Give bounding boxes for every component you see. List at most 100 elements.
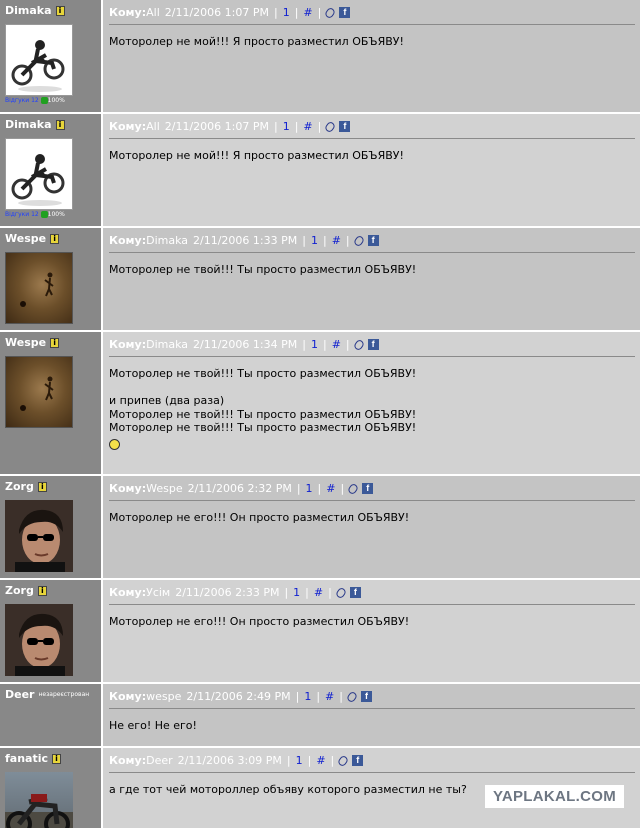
author-name-link[interactable]: Wespe	[5, 232, 46, 245]
post-header: Кому: All 2/11/2006 1:07 PM | 1 | # | f	[109, 120, 635, 139]
post-body: Кому: All 2/11/2006 1:07 PM | 1 | # | f Моторолер…	[103, 0, 640, 112]
post-number-link[interactable]: 1	[311, 234, 318, 247]
forum-thread: Dimaka i Відгуки 12 100% Кому: All 2/11/2006 …	[0, 0, 640, 828]
author-name-link[interactable]: Deer	[5, 688, 34, 701]
facebook-icon[interactable]: f	[367, 235, 379, 246]
facebook-icon[interactable]: f	[367, 339, 379, 350]
permalink-link[interactable]: #	[332, 338, 341, 351]
recipient-label: Кому:	[109, 338, 147, 351]
info-icon[interactable]: i	[37, 585, 47, 596]
recipient-name[interactable]: All	[146, 6, 160, 19]
post-number-link[interactable]: 1	[283, 120, 290, 133]
avatar[interactable]	[5, 604, 73, 676]
permalink-link[interactable]: #	[326, 482, 335, 495]
message-line: Моторолер не его!!! Он просто разместил …	[109, 615, 410, 628]
forum-post: Dimaka i Відгуки 12 100% Кому: All 2/11/2006 …	[0, 0, 640, 114]
author-panel: Deer незареєстрован	[0, 684, 103, 746]
post-number-link[interactable]: 1	[296, 754, 303, 767]
facebook-icon[interactable]: f	[339, 121, 351, 132]
permalink-link[interactable]: #	[303, 120, 312, 133]
facebook-icon[interactable]: f	[339, 7, 351, 18]
author-name-link[interactable]: Zorg	[5, 480, 34, 493]
post-number-link[interactable]: 1	[283, 6, 290, 19]
info-icon[interactable]: i	[55, 119, 65, 130]
message-line: Моторолер не мой!!! Я просто разместил О…	[109, 149, 404, 162]
post-number-link[interactable]: 1	[311, 338, 318, 351]
post-header: Кому: Dimaka 2/11/2006 1:34 PM | 1 | # | f	[109, 338, 635, 357]
avatar[interactable]	[5, 772, 73, 828]
post-header: Кому: Deer 2/11/2006 3:09 PM | 1 | # | f	[109, 754, 635, 773]
recipient-name[interactable]: Deer	[146, 754, 173, 767]
reviews-link[interactable]: Відгуки	[5, 97, 29, 104]
permalink-link[interactable]: #	[303, 6, 312, 19]
message-line: Не его! Не его!	[109, 719, 197, 732]
permalink-link[interactable]: #	[325, 690, 334, 703]
author-name-link[interactable]: Dimaka	[5, 118, 52, 131]
recipient-name[interactable]: Dimaka	[146, 338, 188, 351]
author-name-link[interactable]: Zorg	[5, 584, 34, 597]
author-name-link[interactable]: Dimaka	[5, 4, 52, 17]
separator: |	[295, 690, 300, 703]
reviews-count: 12	[31, 97, 39, 104]
post-message: Моторолер не твой!!! Ты просто разместил…	[109, 253, 635, 277]
paperclip-icon[interactable]	[324, 120, 337, 133]
post-body: Кому: Dimaka 2/11/2006 1:33 PM | 1 | # | f Моторо…	[103, 228, 640, 330]
info-icon[interactable]: i	[55, 5, 65, 16]
reviews-count: 12	[31, 211, 39, 218]
paperclip-icon[interactable]	[345, 690, 359, 703]
recipient-label: Кому:	[109, 690, 147, 703]
author-name-link[interactable]: fanatic	[5, 752, 48, 765]
paperclip-icon[interactable]	[324, 6, 337, 19]
avatar[interactable]	[5, 24, 73, 96]
paperclip-icon[interactable]	[352, 338, 365, 351]
avatar[interactable]	[5, 138, 73, 210]
author-name-row: Wespe i	[5, 336, 97, 349]
permalink-link[interactable]: #	[316, 754, 325, 767]
post-header: Кому: Усім 2/11/2006 2:33 PM | 1 | # | f	[109, 586, 635, 605]
post-message: Моторолер не мой!!! Я просто разместил О…	[109, 139, 635, 163]
recipient-name[interactable]: All	[146, 120, 160, 133]
post-number-link[interactable]: 1	[293, 586, 300, 599]
avatar[interactable]	[5, 356, 73, 428]
info-icon[interactable]: i	[50, 233, 60, 244]
recipient-label: Кому:	[109, 754, 147, 767]
recipient-name[interactable]: wespe	[146, 690, 181, 703]
permalink-link[interactable]: #	[314, 586, 323, 599]
info-icon[interactable]: i	[50, 337, 60, 348]
paperclip-icon[interactable]	[352, 234, 365, 247]
avatar[interactable]	[5, 252, 73, 324]
avatar[interactable]	[5, 500, 73, 572]
facebook-icon[interactable]: f	[360, 691, 372, 702]
rating-line: Відгуки 12 100%	[5, 211, 97, 218]
author-name-link[interactable]: Wespe	[5, 336, 46, 349]
paperclip-icon[interactable]	[337, 754, 350, 767]
reviews-link[interactable]: Відгуки	[5, 211, 29, 218]
author-name-row: Wespe i	[5, 232, 97, 245]
post-date: 2/11/2006 1:33 PM	[193, 234, 298, 247]
author-name-row: fanatic i	[5, 752, 97, 765]
facebook-icon[interactable]: f	[352, 755, 364, 766]
separator: |	[317, 482, 322, 495]
facebook-icon[interactable]: f	[362, 483, 374, 494]
recipient-name[interactable]: Dimaka	[146, 234, 188, 247]
positive-icon	[40, 97, 48, 104]
post-body: Кому: All 2/11/2006 1:07 PM | 1 | # | f Моторолер…	[103, 114, 640, 226]
info-icon[interactable]: i	[52, 753, 62, 764]
separator: |	[294, 120, 299, 133]
facebook-icon[interactable]: f	[349, 587, 361, 598]
post-number-link[interactable]: 1	[306, 482, 313, 495]
post-header: Кому: Wespe 2/11/2006 2:32 PM | 1 | # | f	[109, 482, 635, 501]
paperclip-icon[interactable]	[334, 586, 347, 599]
post-header: Кому: Dimaka 2/11/2006 1:33 PM | 1 | # | f	[109, 234, 635, 253]
author-panel: Zorg i	[0, 580, 103, 682]
recipient-label: Кому:	[109, 6, 147, 19]
author-name-row: Zorg i	[5, 480, 97, 493]
paperclip-icon[interactable]	[347, 482, 360, 495]
info-icon[interactable]: i	[37, 481, 47, 492]
recipient-name[interactable]: Усім	[146, 586, 170, 599]
recipient-name[interactable]: Wespe	[146, 482, 182, 495]
forum-post: Zorg i Кому: Усім 2/11/2006 2:33 PM | 1 | # | f Мот…	[0, 580, 640, 684]
post-number-link[interactable]: 1	[304, 690, 311, 703]
permalink-link[interactable]: #	[332, 234, 341, 247]
separator: |	[302, 234, 306, 247]
